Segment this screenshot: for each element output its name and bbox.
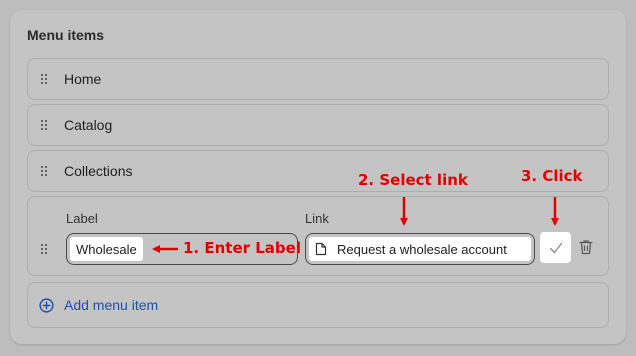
section-title: Menu items [27, 27, 105, 43]
menu-item-label: Collections [64, 163, 133, 179]
menu-item-catalog[interactable]: Catalog [27, 104, 609, 146]
label-input-value[interactable]: Wholesale [70, 237, 143, 261]
check-icon [549, 242, 562, 253]
annotation-step1: 1. Enter Label [183, 239, 301, 257]
drag-handle-icon[interactable] [41, 120, 49, 130]
annotation-step2: 2. Select link [358, 171, 468, 189]
trash-icon [579, 240, 593, 255]
link-field-heading: Link [305, 211, 329, 226]
confirm-button[interactable] [540, 232, 571, 263]
drag-handle-icon[interactable] [41, 166, 49, 176]
delete-button[interactable] [579, 239, 593, 255]
menu-item-label: Catalog [64, 117, 113, 133]
drag-handle-icon[interactable] [41, 74, 49, 84]
drag-handle-icon[interactable] [41, 244, 49, 254]
menu-item-editor: Label Wholesale Link Request a wholesale… [27, 196, 609, 276]
plus-circle-icon [39, 298, 54, 313]
label-field-heading: Label [66, 211, 98, 226]
file-icon [315, 242, 327, 256]
link-select[interactable]: Request a wholesale account [305, 233, 535, 265]
link-select-value[interactable]: Request a wholesale account [309, 237, 531, 261]
menu-item-home[interactable]: Home [27, 58, 609, 100]
menu-item-label: Home [64, 71, 102, 87]
link-select-text: Request a wholesale account [337, 241, 507, 257]
annotation-step3: 3. Click [521, 167, 583, 185]
add-menu-item-button[interactable]: Add menu item [27, 282, 609, 328]
add-menu-item-label: Add menu item [64, 297, 159, 313]
